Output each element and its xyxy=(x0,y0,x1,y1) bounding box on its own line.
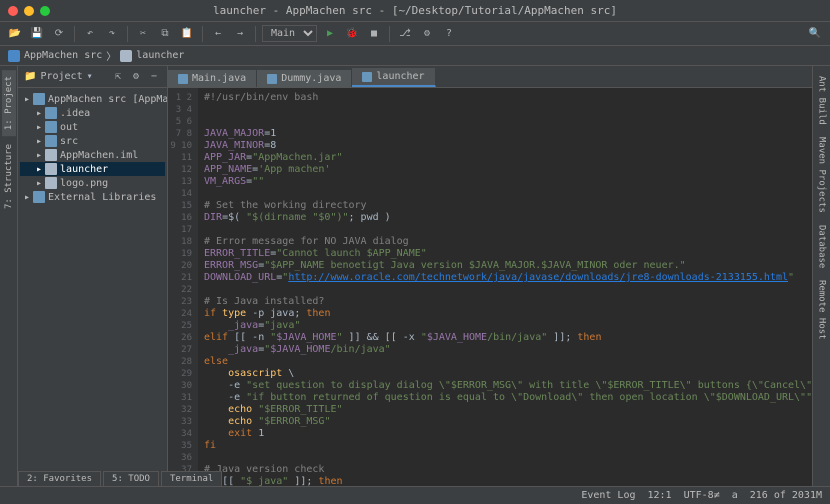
memory-indicator[interactable]: 216 of 2031M xyxy=(750,490,822,501)
folder-icon xyxy=(33,191,45,203)
tool-tab-terminal[interactable]: Terminal xyxy=(161,471,222,486)
collapse-icon[interactable]: ⇱ xyxy=(111,70,125,84)
tool-tab-database[interactable]: Database xyxy=(815,219,829,274)
tree-item[interactable]: ▸logo.png xyxy=(20,176,165,190)
tree-item[interactable]: ▸External Libraries xyxy=(20,190,165,204)
tool-tab-project[interactable]: 1: Project xyxy=(2,70,16,136)
main-toolbar: 📂 💾 ⟳ ↶ ↷ ✂ ⧉ 📋 ← → Main ▶ 🐞 ■ ⎇ ⚙ ? 🔍 xyxy=(0,22,830,46)
editor-tab[interactable]: Dummy.java xyxy=(257,70,352,87)
tree-item-label: External Libraries xyxy=(48,192,156,203)
settings-icon[interactable]: ⚙ xyxy=(418,25,436,43)
search-icon[interactable]: 🔍 xyxy=(806,25,824,43)
editor-area: Main.java Dummy.java launcher 1 2 3 4 5 6 … xyxy=(168,66,812,486)
right-tool-strip: Ant Build Maven Projects Database Remote… xyxy=(812,66,830,486)
minimize-window-icon[interactable] xyxy=(24,6,34,16)
tree-item[interactable]: ▸AppMachen.iml xyxy=(20,148,165,162)
save-icon[interactable]: 💾 xyxy=(28,25,46,43)
tree-item-label: AppMachen src [AppMachen] xyxy=(48,94,167,105)
line-gutter: 1 2 3 4 5 6 7 8 9 10 11 12 13 14 15 16 1… xyxy=(168,88,198,486)
tab-label: launcher xyxy=(376,71,424,82)
bottom-tool-tabs: 2: Favorites 5: TODO Terminal xyxy=(18,471,222,486)
breadcrumb: AppMachen src 〉 launcher xyxy=(0,46,830,66)
project-tree[interactable]: ▸AppMachen src [AppMachen]▸.idea▸out▸src… xyxy=(18,88,167,486)
project-panel: 📁 Project ▾ ⇱ ⚙ − ▸AppMachen src [AppMac… xyxy=(18,66,168,486)
folder-icon: 📁 xyxy=(24,71,36,82)
run-icon[interactable]: ▶ xyxy=(321,25,339,43)
folder-icon xyxy=(45,121,57,133)
editor-tab[interactable]: Main.java xyxy=(168,70,257,87)
event-log-button[interactable]: Event Log xyxy=(581,490,635,501)
file-icon xyxy=(45,149,57,161)
tool-tab-maven[interactable]: Maven Projects xyxy=(815,131,829,219)
sync-icon[interactable]: ⟳ xyxy=(50,25,68,43)
file-encoding[interactable]: UTF-8≠ xyxy=(684,490,720,501)
close-window-icon[interactable] xyxy=(8,6,18,16)
file-icon xyxy=(120,50,132,62)
forward-icon[interactable]: → xyxy=(231,25,249,43)
tree-item-label: AppMachen.iml xyxy=(60,150,138,161)
tree-item[interactable]: ▸AppMachen src [AppMachen] xyxy=(20,92,165,106)
back-icon[interactable]: ← xyxy=(209,25,227,43)
tree-item-label: logo.png xyxy=(60,178,108,189)
tree-item-label: src xyxy=(60,136,78,147)
vcs-icon[interactable]: ⎇ xyxy=(396,25,414,43)
tool-tab-todo[interactable]: 5: TODO xyxy=(103,471,159,486)
tab-label: Main.java xyxy=(192,73,246,84)
tree-item-label: .idea xyxy=(60,108,90,119)
folder-icon xyxy=(45,107,57,119)
paste-icon[interactable]: 📋 xyxy=(178,25,196,43)
redo-icon[interactable]: ↷ xyxy=(103,25,121,43)
copy-icon[interactable]: ⧉ xyxy=(156,25,174,43)
debug-icon[interactable]: 🐞 xyxy=(343,25,361,43)
zoom-window-icon[interactable] xyxy=(40,6,50,16)
tree-item[interactable]: ▸.idea xyxy=(20,106,165,120)
status-bar: Event Log 12:1 UTF-8≠ a 216 of 2031M xyxy=(0,486,830,504)
editor-tab[interactable]: launcher xyxy=(352,68,435,87)
hide-icon[interactable]: − xyxy=(147,70,161,84)
module-icon xyxy=(8,50,20,62)
file-icon xyxy=(45,163,57,175)
gear-icon[interactable]: ⚙ xyxy=(129,70,143,84)
folder-icon xyxy=(33,93,45,105)
breadcrumb-file[interactable]: launcher xyxy=(136,50,184,61)
cut-icon[interactable]: ✂ xyxy=(134,25,152,43)
code-editor[interactable]: 1 2 3 4 5 6 7 8 9 10 11 12 13 14 15 16 1… xyxy=(168,88,812,486)
run-config-select[interactable]: Main xyxy=(262,25,317,42)
tree-item-label: out xyxy=(60,122,78,133)
window-title: launcher - AppMachen src - [~/Desktop/Tu… xyxy=(213,4,617,17)
window-titlebar: launcher - AppMachen src - [~/Desktop/Tu… xyxy=(0,0,830,22)
tree-item[interactable]: ▸launcher xyxy=(20,162,165,176)
tool-tab-structure[interactable]: 7: Structure xyxy=(2,138,16,215)
file-icon xyxy=(267,74,277,84)
tool-tab-favorites[interactable]: 2: Favorites xyxy=(18,471,101,486)
tool-tab-ant[interactable]: Ant Build xyxy=(815,70,829,131)
tree-item[interactable]: ▸src xyxy=(20,134,165,148)
open-icon[interactable]: 📂 xyxy=(6,25,24,43)
left-tool-strip: 1: Project 7: Structure xyxy=(0,66,18,486)
editor-tabs: Main.java Dummy.java launcher xyxy=(168,66,812,88)
help-icon[interactable]: ? xyxy=(440,25,458,43)
tab-label: Dummy.java xyxy=(281,73,341,84)
project-panel-header: 📁 Project ▾ ⇱ ⚙ − xyxy=(18,66,167,88)
file-icon xyxy=(45,177,57,189)
tool-tab-remote[interactable]: Remote Host xyxy=(815,274,829,346)
breadcrumb-project[interactable]: AppMachen src xyxy=(24,50,102,61)
undo-icon[interactable]: ↶ xyxy=(81,25,99,43)
tree-item[interactable]: ▸out xyxy=(20,120,165,134)
project-panel-title: Project xyxy=(40,71,82,82)
traffic-lights xyxy=(8,6,50,16)
stop-icon[interactable]: ■ xyxy=(365,25,383,43)
file-icon xyxy=(362,72,372,82)
lock-icon[interactable]: a xyxy=(732,490,738,501)
file-icon xyxy=(178,74,188,84)
tree-item-label: launcher xyxy=(60,164,108,175)
code-lines[interactable]: #!/usr/bin/env bash JAVA_MAJOR=1JAVA_MIN… xyxy=(198,88,812,486)
folder-icon xyxy=(45,135,57,147)
cursor-position[interactable]: 12:1 xyxy=(648,490,672,501)
